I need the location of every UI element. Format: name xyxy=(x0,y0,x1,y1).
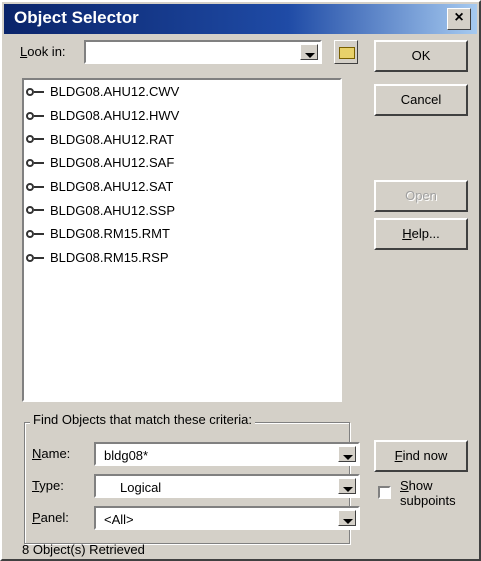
panel-value: <All> xyxy=(104,512,134,527)
type-combo[interactable]: Logical xyxy=(94,474,360,498)
list-item[interactable]: BLDG08.RM15.RSP xyxy=(24,246,340,270)
list-item-label: BLDG08.RM15.RSP xyxy=(50,250,169,266)
show-subpoints-checkbox[interactable] xyxy=(378,486,391,499)
point-icon xyxy=(26,132,50,146)
list-item[interactable]: BLDG08.AHU12.CWV xyxy=(24,80,340,104)
cancel-button[interactable]: Cancel xyxy=(374,84,468,116)
close-button[interactable]: × xyxy=(447,8,471,30)
object-selector-dialog: Object Selector × Look in: OK Cancel Ope… xyxy=(0,0,481,561)
list-item[interactable]: BLDG08.AHU12.SAT xyxy=(24,175,340,199)
ok-button[interactable]: OK xyxy=(374,40,468,72)
criteria-group-title: Find Objects that match these criteria: xyxy=(30,412,255,427)
list-item-label: BLDG08.AHU12.SSP xyxy=(50,202,176,218)
point-icon xyxy=(26,156,50,170)
look-in-combo[interactable] xyxy=(84,40,322,64)
help-button[interactable]: Help... xyxy=(374,218,468,250)
chevron-down-icon[interactable] xyxy=(338,446,356,462)
name-combo[interactable]: bldg08* xyxy=(94,442,360,466)
list-item-label: BLDG08.AHU12.SAT xyxy=(50,179,174,195)
list-item[interactable]: BLDG08.AHU12.RAT xyxy=(24,127,340,151)
up-folder-button[interactable] xyxy=(334,40,358,64)
chevron-down-icon[interactable] xyxy=(300,44,318,60)
open-button[interactable]: Open xyxy=(374,180,468,212)
object-list[interactable]: BLDG08.AHU12.CWV BLDG08.AHU12.HWV BLDG08.A… xyxy=(22,78,342,402)
status-text: 8 Object(s) Retrieved xyxy=(22,542,145,557)
chevron-down-icon[interactable] xyxy=(338,478,356,494)
point-icon xyxy=(26,251,50,265)
show-subpoints-label: Show subpoints xyxy=(400,478,456,508)
point-icon xyxy=(26,180,50,194)
point-icon xyxy=(26,85,50,99)
name-label: Name: xyxy=(32,446,71,461)
window-title: Object Selector xyxy=(14,8,139,27)
type-value: Logical xyxy=(120,480,162,495)
name-value: bldg08* xyxy=(104,448,149,463)
list-item[interactable]: BLDG08.AHU12.SSP xyxy=(24,198,340,222)
panel-label: Panel: xyxy=(32,510,69,525)
look-in-label: Look in: xyxy=(20,44,66,59)
list-item[interactable]: BLDG08.AHU12.HWV xyxy=(24,104,340,128)
list-item-label: BLDG08.AHU12.RAT xyxy=(50,131,175,147)
point-icon xyxy=(26,203,50,217)
point-icon xyxy=(26,227,50,241)
find-now-button[interactable]: Find now xyxy=(374,440,468,472)
list-item[interactable]: BLDG08.RM15.RMT xyxy=(24,222,340,246)
chevron-down-icon[interactable] xyxy=(338,510,356,526)
point-icon xyxy=(26,109,50,123)
panel-combo[interactable]: <All> xyxy=(94,506,360,530)
list-item[interactable]: BLDG08.AHU12.SAF xyxy=(24,151,340,175)
type-label: Type: xyxy=(32,478,64,493)
list-item-label: BLDG08.AHU12.CWV xyxy=(50,84,180,100)
list-item-label: BLDG08.RM15.RMT xyxy=(50,226,170,242)
folder-icon xyxy=(339,47,355,59)
list-item-label: BLDG08.AHU12.SAF xyxy=(50,155,175,171)
list-item-label: BLDG08.AHU12.HWV xyxy=(50,108,180,124)
title-bar: Object Selector × xyxy=(4,4,477,34)
